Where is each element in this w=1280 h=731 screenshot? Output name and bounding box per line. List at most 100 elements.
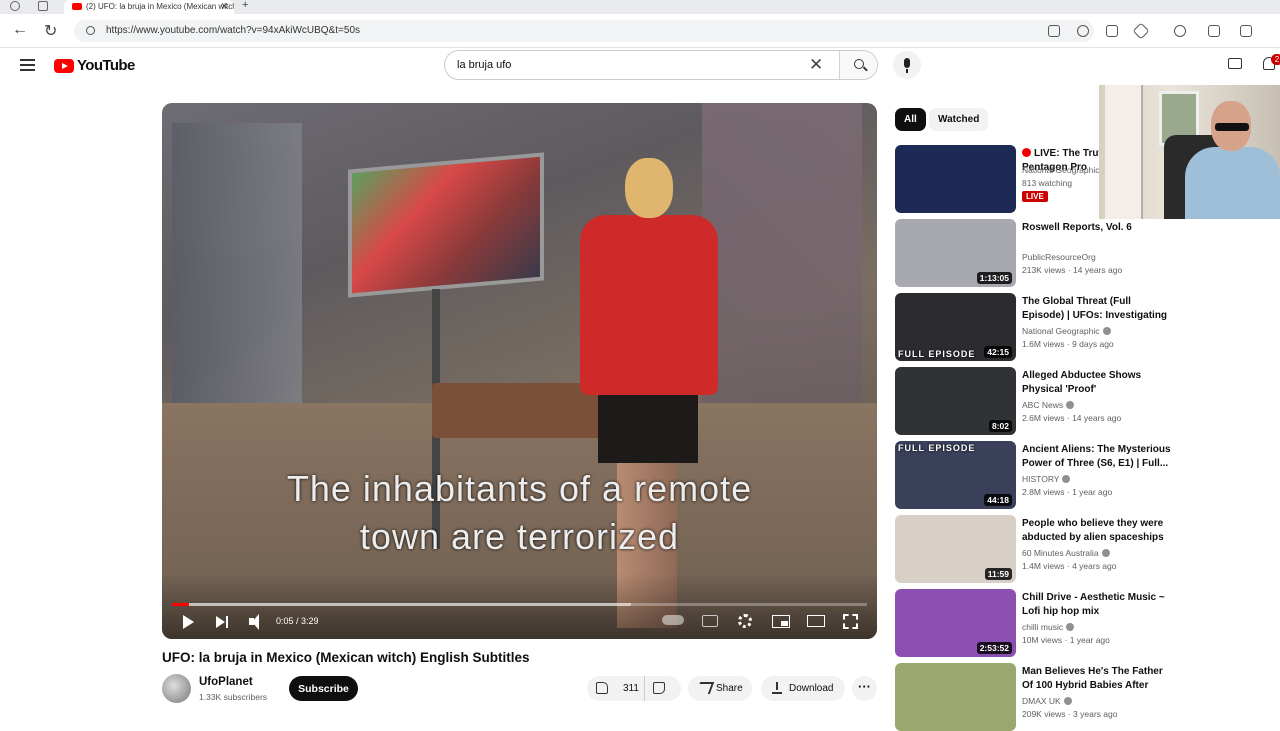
youtube-logo-icon (54, 58, 74, 73)
chip-watched[interactable]: Watched (929, 108, 989, 131)
duration-badge: 2:53:52 (976, 642, 1012, 654)
thumbs-up-icon (596, 682, 608, 694)
more-actions-button[interactable]: ··· (852, 676, 877, 701)
thumbs-down-icon[interactable] (653, 682, 665, 694)
youtube-logo[interactable]: YouTube (54, 57, 135, 74)
player-controls: 0:05 / 3:29 (162, 573, 877, 639)
recommendation-meta: 10M views · 1 year ago (1022, 635, 1110, 645)
recommendation-thumbnail[interactable] (895, 663, 1016, 731)
recommendation-channel-text: HISTORY (1022, 474, 1060, 484)
search-input[interactable] (445, 51, 815, 79)
verified-check-icon (1101, 549, 1110, 557)
recommendation-card[interactable]: 2:53:52 Chill Drive - Aesthetic Music ~ L… (895, 589, 1185, 657)
back-arrow-icon[interactable]: ← (12, 21, 28, 39)
subtitles-icon[interactable] (702, 615, 718, 627)
recommendation-title[interactable]: Alleged Abductee Shows Physical 'Proof' (1022, 369, 1174, 397)
live-dot-icon (1022, 148, 1031, 157)
new-tab-icon[interactable]: + (242, 0, 248, 11)
browser-tab-active[interactable]: (2) UFO: la bruja in Mexico (Mexican wit… (64, 0, 234, 14)
recommendation-thumbnail[interactable]: FULL EPISODE 42:15 (895, 293, 1016, 361)
clear-search-icon[interactable]: ✕ (809, 55, 823, 75)
next-video-icon[interactable] (214, 613, 234, 631)
recommendation-card[interactable]: FULL EPISODE 44:18 Ancient Aliens: The Mys… (895, 441, 1185, 509)
progress-bar[interactable] (172, 603, 867, 606)
chip-all[interactable]: All (895, 108, 926, 131)
recommendation-channel[interactable]: DMAX UK (1022, 696, 1072, 706)
recommendation-channel[interactable]: ABC News (1022, 400, 1075, 410)
recommendation-title[interactable]: Ancient Aliens: The Mysterious Power of … (1022, 443, 1174, 471)
recommendation-thumbnail[interactable]: FULL EPISODE 44:18 (895, 441, 1016, 509)
recommendation-card[interactable]: 8:02 Alleged Abductee Shows Physical 'Pro… (895, 367, 1185, 435)
subscribe-button[interactable]: Subscribe (289, 676, 358, 701)
recommendation-thumbnail[interactable] (895, 145, 1016, 213)
favorite-star-icon[interactable] (1132, 22, 1150, 40)
recommendation-channel[interactable]: National Geographic (1022, 326, 1111, 336)
apps-icon[interactable] (1048, 25, 1060, 37)
recommendation-card[interactable]: 11:59 People who believe they were abduct… (895, 515, 1185, 583)
workspaces-icon[interactable] (38, 1, 48, 11)
address-bar[interactable]: https://www.youtube.com/watch?v=94xAkiWc… (74, 20, 1094, 42)
recommendation-title-text: Man Believes He's The Father Of 100 Hybr… (1022, 666, 1163, 691)
theater-mode-icon[interactable] (807, 615, 825, 627)
video-player[interactable]: The inhabitants of a remote town are ter… (162, 103, 877, 639)
like-dislike-group: 311 (587, 676, 681, 701)
fullscreen-icon[interactable] (843, 614, 858, 629)
duration-badge: 1:13:05 (976, 272, 1012, 284)
progress-buffered (172, 603, 631, 606)
autoplay-toggle-icon[interactable] (662, 615, 684, 625)
read-aloud-icon[interactable] (1077, 25, 1089, 37)
recommendation-thumbnail[interactable]: 2:53:52 (895, 589, 1016, 657)
recommendation-title-text: Alleged Abductee Shows Physical 'Proof' (1022, 370, 1142, 395)
recommendation-channel-text: chilli music (1022, 622, 1064, 632)
profile-icon[interactable] (10, 1, 20, 11)
close-tab-icon[interactable]: ✕ (220, 0, 228, 13)
caption-line-2: town are terrorized (359, 516, 680, 557)
recommendation-title[interactable]: Chill Drive - Aesthetic Music ~ Lofi hip… (1022, 591, 1174, 619)
download-button[interactable]: Download (761, 676, 845, 701)
recommendation-channel[interactable]: chilli music (1022, 622, 1075, 632)
recommendation-meta: 2.6M views · 14 years ago (1022, 413, 1122, 423)
tab-title: (2) UFO: la bruja in Mexico (Mexican wit… (86, 2, 234, 11)
recommendation-title[interactable]: Roswell Reports, Vol. 6 (1022, 221, 1174, 235)
site-info-icon[interactable] (86, 26, 95, 35)
recommendation-card[interactable]: Man Believes He's The Father Of 100 Hybr… (895, 663, 1185, 731)
create-video-icon[interactable] (1228, 58, 1242, 69)
recommendation-channel-text: 60 Minutes Australia (1022, 548, 1099, 558)
recommendation-thumbnail[interactable]: 8:02 (895, 367, 1016, 435)
channel-name[interactable]: UfoPlanet (199, 676, 253, 688)
settings-gear-icon[interactable] (738, 614, 752, 628)
recommendation-title[interactable]: People who believe they were abducted by… (1022, 517, 1174, 545)
recommendation-card[interactable]: FULL EPISODE 42:15 The Global Threat (Full… (895, 293, 1185, 361)
recommendation-thumbnail[interactable]: 1:13:05 (895, 219, 1016, 287)
immersive-reader-icon[interactable] (1106, 25, 1118, 37)
reload-icon[interactable]: ↻ (44, 21, 57, 41)
recommendation-card[interactable]: 1:13:05 Roswell Reports, Vol. 6 PublicReso… (895, 219, 1185, 287)
share-icon (695, 682, 715, 694)
recommendation-meta: 209K views · 3 years ago (1022, 709, 1118, 719)
search-button[interactable] (839, 51, 877, 79)
recommendation-channel[interactable]: PublicResourceOrg (1022, 252, 1096, 262)
channel-avatar[interactable] (162, 674, 191, 703)
voice-search-icon[interactable] (893, 51, 921, 79)
extensions-icon[interactable] (1174, 25, 1186, 37)
share-label: Share (716, 683, 743, 694)
recommendation-title[interactable]: Man Believes He's The Father Of 100 Hybr… (1022, 665, 1174, 693)
volume-icon[interactable] (248, 613, 268, 631)
recommendation-title[interactable]: The Global Threat (Full Episode) | UFOs:… (1022, 295, 1174, 323)
recommendation-meta: 1.6M views · 9 days ago (1022, 339, 1114, 349)
recommendation-channel[interactable]: National Geographic (1022, 165, 1100, 175)
verified-check-icon (1062, 475, 1071, 483)
favorites-icon[interactable] (1240, 25, 1252, 37)
recommendation-channel[interactable]: HISTORY (1022, 474, 1071, 484)
split-screen-icon[interactable] (1208, 25, 1220, 37)
menu-icon[interactable] (20, 59, 35, 71)
recommendation-channel-text: PublicResourceOrg (1022, 252, 1096, 262)
recommendation-thumbnail[interactable]: 11:59 (895, 515, 1016, 583)
miniplayer-icon[interactable] (772, 615, 790, 628)
recommendation-channel[interactable]: 60 Minutes Australia (1022, 548, 1110, 558)
share-button[interactable]: Share (688, 676, 752, 701)
webcam-overlay (1099, 85, 1280, 219)
verified-check-icon (1063, 697, 1072, 705)
play-icon[interactable] (180, 613, 200, 631)
like-button[interactable]: 311 (587, 676, 645, 701)
